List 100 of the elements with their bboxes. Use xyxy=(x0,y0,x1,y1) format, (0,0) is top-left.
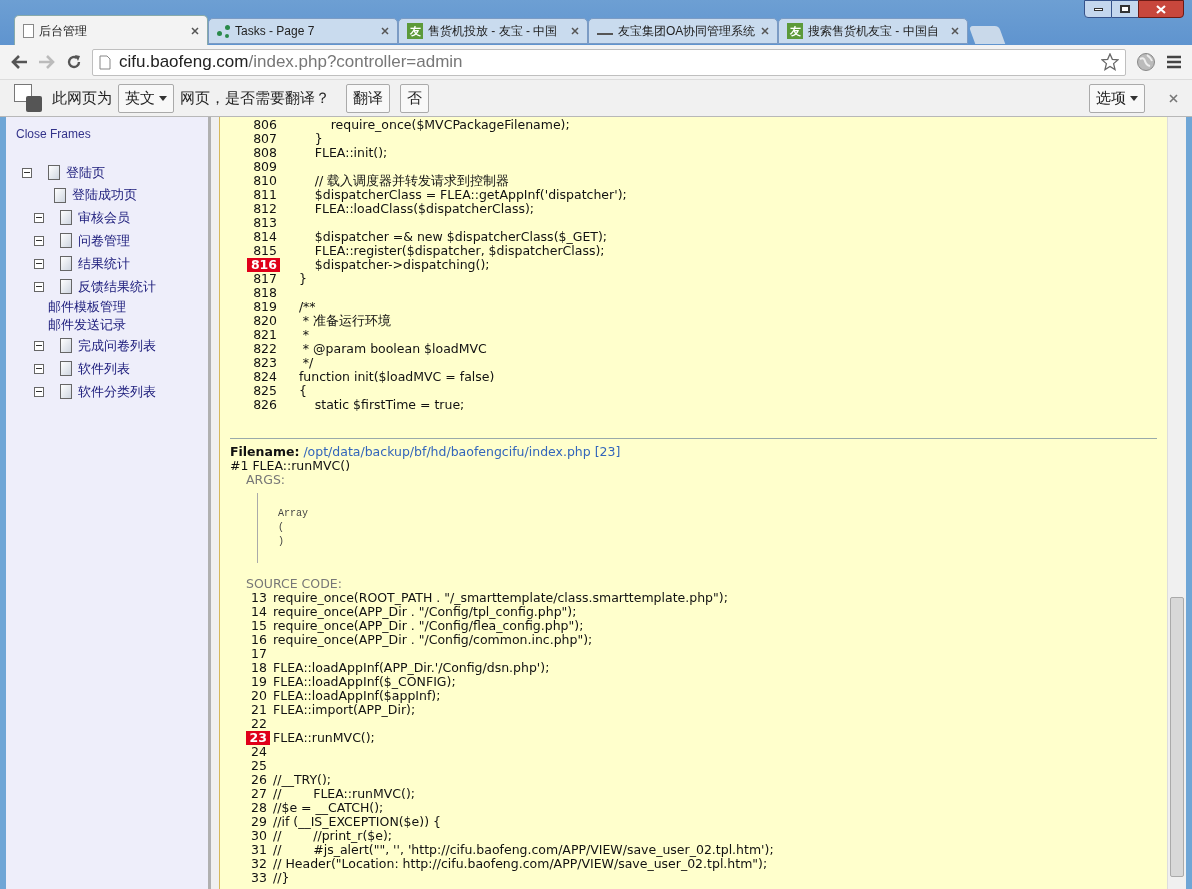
language-dropdown[interactable]: 英文 xyxy=(118,83,174,113)
args-dump: ( xyxy=(278,521,285,535)
browser-tab[interactable]: 友 售货机投放 - 友宝 - 中国 xyxy=(398,18,588,44)
line-number: 32 xyxy=(250,857,268,871)
scrollbar-thumb[interactable] xyxy=(1170,597,1184,877)
code-line: FLEA::loadAppInf(APP_Dir.'/Config/dsn.php'); xyxy=(273,661,550,675)
code-line: //__TRY(); xyxy=(273,773,332,787)
translate-button[interactable]: 翻译 xyxy=(346,83,390,113)
decline-button[interactable]: 否 xyxy=(400,83,429,113)
tree-item[interactable]: 邮件模板管理 xyxy=(48,297,126,317)
tree-item[interactable]: 问卷管理 xyxy=(78,230,130,251)
scrollbar[interactable] xyxy=(1167,117,1186,889)
page-icon xyxy=(60,210,72,225)
line-number: 26 xyxy=(250,773,268,787)
line-number: 807 xyxy=(252,132,278,146)
tree-item[interactable]: 完成问卷列表 xyxy=(78,335,156,356)
line-number: 826 xyxy=(252,398,278,412)
line-number: 806 xyxy=(252,118,278,132)
line-number: 808 xyxy=(252,146,278,160)
line-number: 14 xyxy=(250,605,268,619)
code-line: * 准备运行环境 xyxy=(301,314,392,328)
collapse-toggle[interactable] xyxy=(34,235,44,246)
star-icon[interactable] xyxy=(1101,53,1119,71)
browser-tab[interactable]: 友 搜索售货机友宝 - 中国自 xyxy=(778,18,968,44)
line-number: 816 xyxy=(247,258,280,272)
reload-icon[interactable] xyxy=(66,54,82,70)
address-bar[interactable]: cifu.baofeng.com/index.php?controller=admin xyxy=(92,48,1126,76)
globe-icon[interactable] xyxy=(1136,52,1156,72)
code-line: // #js_alert("", '', 'http://cifu.baofeng.com/APP/VIEW/save_user_02.tpl.htm'); xyxy=(273,843,774,857)
code-line: $dispatcher->dispatching(); xyxy=(313,258,490,272)
caret-icon xyxy=(159,95,167,101)
stack-frame-title: #1 FLEA::runMVC() xyxy=(230,459,350,473)
close-icon[interactable] xyxy=(1169,93,1178,103)
dots-icon xyxy=(217,24,230,38)
line-number: 28 xyxy=(250,801,268,815)
page-icon xyxy=(99,54,111,70)
code-line: // FLEA::runMVC(); xyxy=(273,787,416,801)
browser-tab[interactable]: 后台管理 xyxy=(14,15,208,45)
line-number: 821 xyxy=(252,328,278,342)
code-line: /** xyxy=(297,300,316,314)
line-number: 13 xyxy=(250,591,268,605)
code-line: FLEA::register($dispatcher, $dispatcherClass); xyxy=(313,244,605,258)
line-number: 819 xyxy=(252,300,278,314)
url-path: /index.php?controller=admin xyxy=(248,52,463,72)
collapse-toggle[interactable] xyxy=(34,340,44,351)
tree-item[interactable]: 反馈结果统计 xyxy=(78,276,156,297)
close-icon[interactable] xyxy=(951,27,959,35)
code-line: FLEA::init(); xyxy=(313,146,388,160)
line-number: 813 xyxy=(252,216,278,230)
collapse-toggle[interactable] xyxy=(34,212,44,223)
code-line: FLEA::loadAppInf($_CONFIG); xyxy=(273,675,456,689)
collapse-toggle[interactable] xyxy=(34,281,44,292)
line-number: 822 xyxy=(252,342,278,356)
minimize-button[interactable] xyxy=(1084,0,1112,18)
line-number: 27 xyxy=(250,787,268,801)
tree-item[interactable]: 登陆页 xyxy=(66,162,105,183)
collapse-toggle[interactable] xyxy=(34,386,44,397)
close-frames-link[interactable]: Close Frames xyxy=(16,125,208,143)
page-icon xyxy=(60,256,72,271)
collapse-toggle[interactable] xyxy=(34,258,44,269)
collapse-toggle[interactable] xyxy=(34,363,44,374)
browser-tab[interactable]: 友宝集团OA协同管理系统 xyxy=(588,18,778,44)
browser-tab[interactable]: Tasks - Page 7 xyxy=(208,18,398,44)
close-button[interactable] xyxy=(1138,0,1184,18)
code-line: } xyxy=(297,272,307,286)
code-line: // 载入调度器并转发请求到控制器 xyxy=(313,174,510,188)
line-number: 29 xyxy=(250,815,268,829)
maximize-button[interactable] xyxy=(1112,0,1138,18)
translate-prompt: 此网页为 xyxy=(52,87,112,108)
args-dump: ) xyxy=(278,535,285,549)
options-dropdown[interactable]: 选项 xyxy=(1089,83,1145,113)
line-number: 21 xyxy=(250,703,268,717)
tree-item[interactable]: 软件分类列表 xyxy=(78,381,156,402)
tree-item[interactable]: 审核会员 xyxy=(78,207,130,228)
code-line: $dispatcherClass = FLEA::getAppInf('dispatcher'); xyxy=(313,188,627,202)
args-dump: Array xyxy=(278,507,309,521)
tree-item[interactable]: 结果统计 xyxy=(78,253,130,274)
line-number: 30 xyxy=(250,829,268,843)
logo-icon: 友 xyxy=(787,23,803,39)
line-number: 817 xyxy=(252,272,278,286)
menu-icon[interactable] xyxy=(1166,55,1182,69)
url-host: cifu.baofeng.com xyxy=(119,52,249,72)
close-icon[interactable] xyxy=(571,27,579,35)
page-icon xyxy=(60,279,72,294)
translate-prompt: 网页，是否需要翻译？ xyxy=(180,87,330,108)
code-line: require_once(APP_Dir . "/Config/flea_config.php"); xyxy=(273,619,584,633)
code-line: * @param boolean $loadMVC xyxy=(301,342,487,356)
code-line: FLEA::loadAppInf($appInf); xyxy=(273,689,441,703)
tree-item[interactable]: 软件列表 xyxy=(78,358,130,379)
args-label: ARGS: xyxy=(245,473,287,487)
translate-icon xyxy=(14,84,42,112)
line-number: 18 xyxy=(250,661,268,675)
back-icon[interactable] xyxy=(10,54,28,70)
close-icon[interactable] xyxy=(191,26,199,35)
tree-item[interactable]: 邮件发送记录 xyxy=(48,315,126,335)
tree-item[interactable]: 登陆成功页 xyxy=(72,185,137,205)
collapse-toggle[interactable] xyxy=(22,167,32,178)
close-icon[interactable] xyxy=(761,27,769,35)
close-icon[interactable] xyxy=(381,27,389,35)
line-number: 820 xyxy=(252,314,278,328)
